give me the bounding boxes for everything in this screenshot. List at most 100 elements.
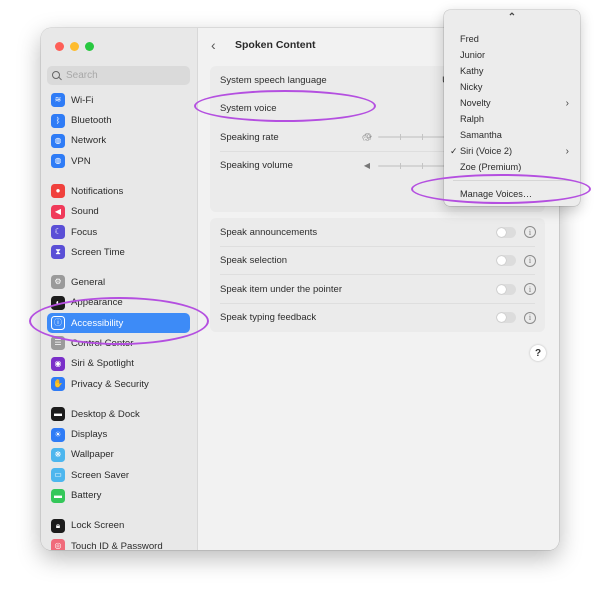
manage-voices-item[interactable]: Manage Voices… (449, 186, 575, 202)
info-icon[interactable]: i (524, 254, 536, 267)
toggle-switch[interactable] (496, 226, 516, 238)
appearance-icon: ◐ (51, 295, 65, 310)
voice-menu-item-label: Fred (460, 34, 479, 44)
speak-options-group: Speak announcements i Speak selection i Spea… (210, 218, 545, 332)
sidebar-item-lock-screen[interactable]: 🔒︎ Lock Screen (47, 515, 190, 535)
sidebar-item-general[interactable]: ⚙ General (47, 272, 190, 292)
toggle-controls: i (496, 283, 536, 296)
displays-icon: ☀ (51, 427, 65, 442)
voice-menu-item[interactable]: Nicky (449, 79, 575, 95)
toggle-controls: i (496, 226, 536, 239)
sidebar-item-siri-spotlight[interactable]: ◉ Siri & Spotlight (47, 354, 190, 374)
sidebar-item-label: Lock Screen (71, 520, 125, 532)
scroll-up-icon[interactable]: ⌃ (444, 12, 580, 23)
voice-menu-item[interactable]: ✓ Siri (Voice 2) › (449, 143, 575, 159)
voice-menu-item-label: Ralph (460, 114, 485, 124)
sidebar-item-screen-saver[interactable]: ▭ Screen Saver (47, 465, 190, 485)
sidebar-item-network[interactable]: ◍ Network (47, 131, 190, 151)
sidebar-item-screen-time[interactable]: ⧗ Screen Time (47, 242, 190, 262)
voice-menu-item[interactable]: Novelty › (449, 95, 575, 111)
sidebar-item-desktop-dock[interactable]: ▬ Desktop & Dock (47, 404, 190, 424)
speaking-rate-label: Speaking rate (220, 131, 279, 143)
general-icon: ⚙ (51, 275, 65, 290)
voice-menu-item[interactable]: Junior (449, 47, 575, 63)
voice-menu-item[interactable]: Kathy (449, 63, 575, 79)
header: ‹ Spoken Content (211, 38, 316, 52)
close-button[interactable] (55, 42, 64, 51)
voice-menu-item-label: Junior (460, 50, 486, 60)
sidebar-list: ≋ Wi-Fi ᛒ Bluetooth ◍ Network ◍ VPN ● Notificatio… (47, 90, 190, 550)
accessibility-icon: ⓘ (51, 316, 65, 331)
toggle-controls: i (496, 311, 536, 324)
sidebar-item-notifications[interactable]: ● Notifications (47, 181, 190, 201)
sidebar-item-appearance[interactable]: ◐ Appearance (47, 293, 190, 313)
voice-menu-item[interactable]: Fred (449, 31, 575, 47)
info-icon[interactable]: i (524, 226, 536, 239)
voice-menu-item[interactable]: Samantha (449, 127, 575, 143)
search-input[interactable] (66, 70, 176, 81)
sidebar-item-label: Network (71, 135, 107, 147)
search-field[interactable] (47, 66, 190, 85)
notifications-icon: ● (51, 184, 65, 199)
sidebar-item-touch-id-password[interactable]: ◎ Touch ID & Password (47, 536, 190, 550)
sidebar-item-wallpaper[interactable]: ❋ Wallpaper (47, 445, 190, 465)
touch-id-icon: ◎ (51, 539, 65, 550)
toggle-label: Speak selection (220, 255, 288, 267)
sidebar-item-accessibility[interactable]: ⓘ Accessibility (47, 312, 190, 334)
info-icon[interactable]: i (524, 311, 536, 324)
zoom-button[interactable] (85, 42, 94, 51)
page-title: Spoken Content (235, 39, 316, 51)
battery-icon: ▬ (51, 488, 65, 503)
sidebar-item-label: Screen Saver (71, 469, 130, 481)
toggle-row: Speak selection i (210, 247, 545, 275)
wifi-icon: ≋ (51, 93, 65, 108)
sidebar-item-bluetooth[interactable]: ᛒ Bluetooth (47, 110, 190, 130)
toggle-controls: i (496, 254, 536, 267)
sidebar-item-battery[interactable]: ▬ Battery (47, 486, 190, 506)
sidebar-item-label: Desktop & Dock (71, 408, 140, 420)
sidebar-item-sound[interactable]: ◀ Sound (47, 201, 190, 221)
toggle-switch[interactable] (496, 283, 516, 295)
toggle-switch[interactable] (496, 255, 516, 267)
voice-menu-item-label: Nicky (460, 82, 483, 92)
back-button[interactable]: ‹ (211, 38, 223, 52)
sidebar-item-label: Bluetooth (71, 115, 112, 127)
voice-menu-item-label: Samantha (460, 130, 502, 140)
voice-menu-item[interactable]: Zoe (Premium) (449, 159, 575, 175)
sidebar-item-wi-fi[interactable]: ≋ Wi-Fi (47, 90, 190, 110)
voice-menu-item-label: Novelty (460, 98, 491, 108)
toggle-row: Speak typing feedback i (210, 304, 545, 333)
siri-icon: ◉ (51, 356, 65, 371)
help-button[interactable]: ? (530, 345, 546, 361)
minimize-button[interactable] (70, 42, 79, 51)
sidebar-item-displays[interactable]: ☀ Displays (47, 424, 190, 444)
sidebar-item-label: Privacy & Security (71, 378, 149, 390)
sidebar-item-label: General (71, 276, 106, 288)
sidebar-item-focus[interactable]: ☾ Focus (47, 222, 190, 242)
sidebar: ≋ Wi-Fi ᛒ Bluetooth ◍ Network ◍ VPN ● Notificatio… (41, 28, 198, 550)
system-speech-language-label: System speech language (220, 74, 327, 86)
voice-menu-item-label: Siri (Voice 2) (460, 146, 513, 156)
toggle-switch[interactable] (496, 312, 516, 324)
sidebar-item-control-center[interactable]: ☰ Control Center (47, 333, 190, 353)
sidebar-item-label: Wi-Fi (71, 94, 94, 106)
focus-icon: ☾ (51, 225, 65, 240)
sidebar-item-label: Screen Time (71, 246, 125, 258)
sidebar-item-label: Appearance (71, 297, 123, 309)
speaker-icon: ◀ (363, 161, 371, 171)
toggle-row: Speak announcements i (210, 218, 545, 247)
sidebar-item-label: Displays (71, 429, 108, 441)
sidebar-item-label: Accessibility (71, 317, 124, 329)
voice-menu-item-label: Zoe (Premium) (460, 162, 522, 172)
sidebar-item-label: Wallpaper (71, 449, 114, 461)
voice-menu-item-label: Kathy (460, 66, 484, 76)
network-icon: ◍ (51, 133, 65, 148)
toggle-row: Speak item under the pointer i (210, 275, 545, 304)
voice-menu-item[interactable]: Ralph (449, 111, 575, 127)
sidebar-item-label: Control Center (71, 337, 134, 349)
window-controls (55, 42, 94, 51)
lock-screen-icon: 🔒︎ (51, 518, 65, 533)
info-icon[interactable]: i (524, 283, 536, 296)
sidebar-item-vpn[interactable]: ◍ VPN (47, 151, 190, 171)
sidebar-item-privacy-security[interactable]: ✋ Privacy & Security (47, 374, 190, 394)
